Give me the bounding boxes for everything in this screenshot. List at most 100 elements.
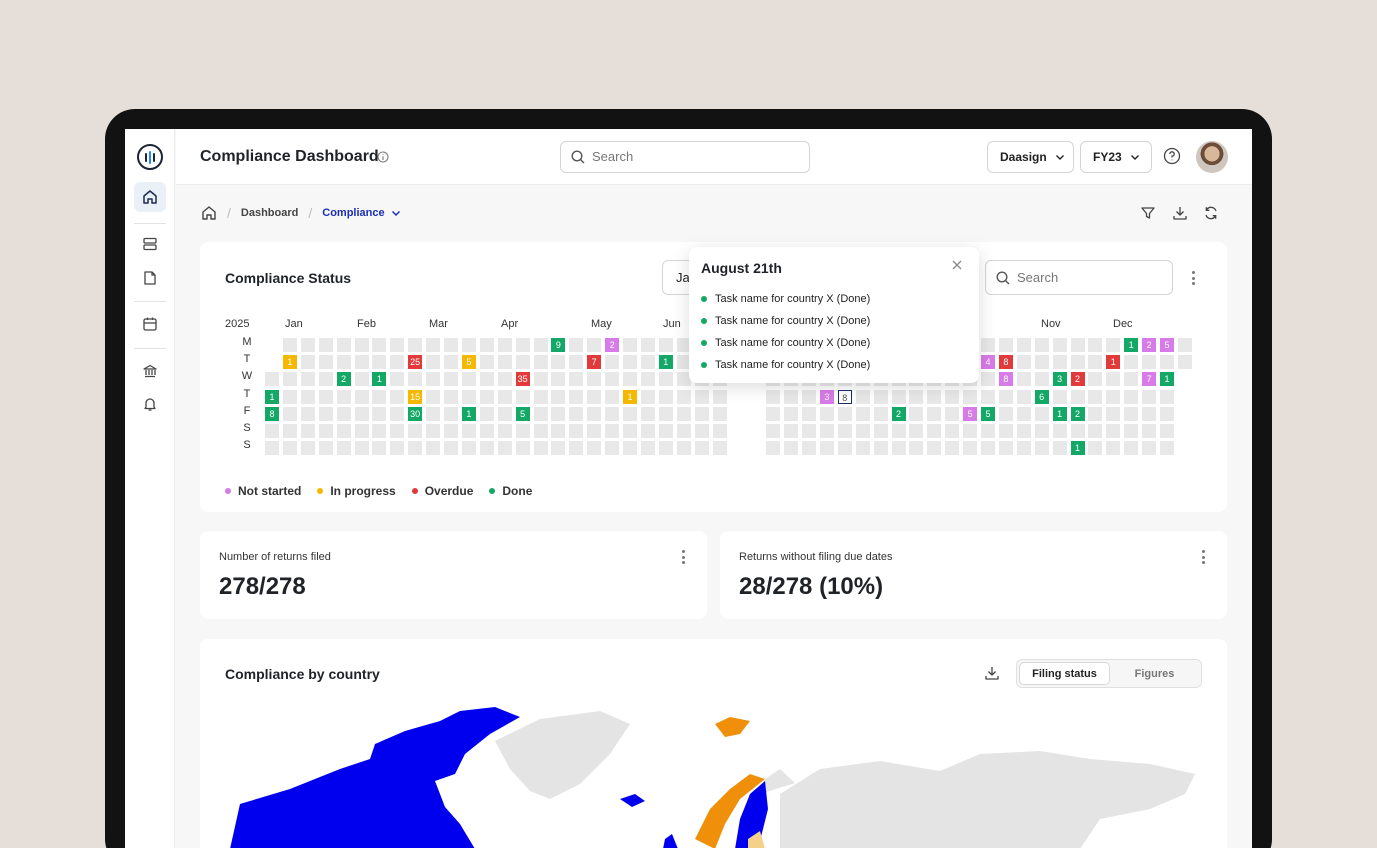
calendar-cell[interactable]: 30 <box>408 406 423 421</box>
calendar-cell[interactable] <box>605 355 620 370</box>
popover-task[interactable]: Task name for country X (Done) <box>701 332 870 354</box>
calendar-cell[interactable] <box>265 372 279 387</box>
calendar-cell[interactable] <box>372 406 387 421</box>
calendar-cell[interactable] <box>605 389 620 404</box>
calendar-cell[interactable] <box>623 372 637 387</box>
calendar-cell[interactable] <box>909 389 924 404</box>
tab-figures[interactable]: Figures <box>1110 662 1199 685</box>
calendar-cell[interactable] <box>426 389 441 404</box>
calendar-cell[interactable]: 15 <box>408 389 423 404</box>
calendar-cell[interactable] <box>533 441 548 456</box>
sidebar-item-data[interactable] <box>134 229 166 259</box>
calendar-cell[interactable] <box>426 424 441 438</box>
calendar-cell[interactable] <box>426 372 441 387</box>
calendar-cell[interactable] <box>408 441 423 456</box>
calendar-cell[interactable] <box>497 389 512 404</box>
calendar-cell[interactable]: 1 <box>658 355 673 370</box>
info-icon[interactable] <box>377 151 389 163</box>
calendar-cell[interactable]: 5 <box>461 355 476 370</box>
calendar-cell[interactable]: 35 <box>515 372 530 387</box>
calendar-cell[interactable] <box>479 372 494 387</box>
calendar-cell[interactable] <box>569 355 584 370</box>
calendar-cell[interactable] <box>927 389 942 404</box>
calendar-cell[interactable] <box>265 441 279 456</box>
calendar-cell[interactable] <box>694 389 709 404</box>
calendar-cell[interactable] <box>1124 441 1139 456</box>
calendar-cell[interactable] <box>372 389 387 404</box>
calendar-cell[interactable] <box>1088 389 1103 404</box>
calendar-cell[interactable]: 4 <box>981 355 995 370</box>
calendar-cell[interactable] <box>479 355 494 370</box>
calendar-cell[interactable]: 1 <box>1052 406 1067 421</box>
calendar-cell[interactable] <box>1142 441 1157 456</box>
calendar-cell[interactable] <box>282 441 297 456</box>
calendar-cell[interactable] <box>569 441 584 456</box>
calendar-cell[interactable] <box>1016 441 1031 456</box>
calendar-cell[interactable]: 2 <box>1070 406 1085 421</box>
calendar-cell[interactable] <box>712 441 727 456</box>
calendar-cell[interactable] <box>1070 389 1085 404</box>
calendar-cell[interactable] <box>497 424 512 438</box>
calendar-cell[interactable]: 1 <box>461 406 476 421</box>
calendar-cell[interactable] <box>1088 406 1103 421</box>
calendar-cell[interactable] <box>300 372 315 387</box>
calendar-cell[interactable]: 1 <box>1070 441 1085 456</box>
calendar-cell[interactable] <box>390 406 405 421</box>
calendar-cell[interactable] <box>354 372 369 387</box>
calendar-cell[interactable] <box>336 424 351 438</box>
calendar-cell[interactable] <box>515 441 530 456</box>
calendar-cell[interactable] <box>444 441 458 456</box>
calendar-cell[interactable] <box>927 406 942 421</box>
calendar-cell[interactable] <box>1016 355 1031 370</box>
calendar-cell[interactable] <box>300 338 315 352</box>
download-icon[interactable] <box>984 665 1000 681</box>
calendar-cell[interactable]: 7 <box>587 355 602 370</box>
calendar-cell[interactable] <box>1052 441 1067 456</box>
calendar-cell[interactable] <box>766 441 781 456</box>
calendar-cell[interactable]: 8 <box>998 372 1013 387</box>
calendar-cell[interactable]: 2 <box>336 372 351 387</box>
calendar-cell[interactable] <box>587 338 602 352</box>
calendar-cell[interactable] <box>444 338 458 352</box>
calendar-cell[interactable]: 2 <box>891 406 906 421</box>
calendar-cell[interactable] <box>981 338 995 352</box>
calendar-cell[interactable]: 1 <box>265 389 279 404</box>
calendar-cell[interactable] <box>551 406 566 421</box>
calendar-cell[interactable] <box>300 355 315 370</box>
calendar-cell[interactable] <box>300 406 315 421</box>
calendar-cell[interactable] <box>533 424 548 438</box>
breadcrumb-dashboard[interactable]: Dashboard <box>241 207 298 219</box>
calendar-cell[interactable] <box>1070 355 1085 370</box>
calendar-cell[interactable] <box>784 389 799 404</box>
calendar-cell[interactable] <box>497 355 512 370</box>
calendar-cell[interactable] <box>444 389 458 404</box>
calendar-cell[interactable]: 6 <box>1034 389 1049 404</box>
calendar-cell[interactable] <box>1034 406 1049 421</box>
download-icon[interactable] <box>1172 205 1188 221</box>
calendar-cell[interactable] <box>318 406 333 421</box>
calendar-cell[interactable] <box>479 389 494 404</box>
calendar-cell[interactable] <box>354 338 369 352</box>
calendar-cell[interactable] <box>784 424 799 438</box>
calendar-cell[interactable] <box>300 424 315 438</box>
global-search-input[interactable] <box>592 149 792 164</box>
calendar-cell[interactable] <box>658 406 673 421</box>
calendar-cell[interactable] <box>1052 389 1067 404</box>
calendar-cell[interactable] <box>282 406 297 421</box>
calendar-cell[interactable] <box>551 355 566 370</box>
calendar-cell[interactable] <box>837 441 852 456</box>
calendar-cell[interactable] <box>1034 424 1049 438</box>
calendar-cell[interactable] <box>1016 424 1031 438</box>
calendar-cell[interactable] <box>479 441 494 456</box>
calendar-cell[interactable] <box>819 441 834 456</box>
calendar-cell[interactable] <box>658 338 673 352</box>
calendar-cell[interactable] <box>998 424 1013 438</box>
calendar-cell[interactable] <box>640 389 655 404</box>
calendar-cell[interactable] <box>712 424 727 438</box>
calendar-cell[interactable] <box>569 406 584 421</box>
help-icon[interactable] <box>1163 147 1181 165</box>
calendar-cell[interactable] <box>802 424 816 438</box>
calendar-cell[interactable] <box>1016 338 1031 352</box>
calendar-cell[interactable] <box>354 355 369 370</box>
calendar-cell[interactable] <box>981 441 995 456</box>
